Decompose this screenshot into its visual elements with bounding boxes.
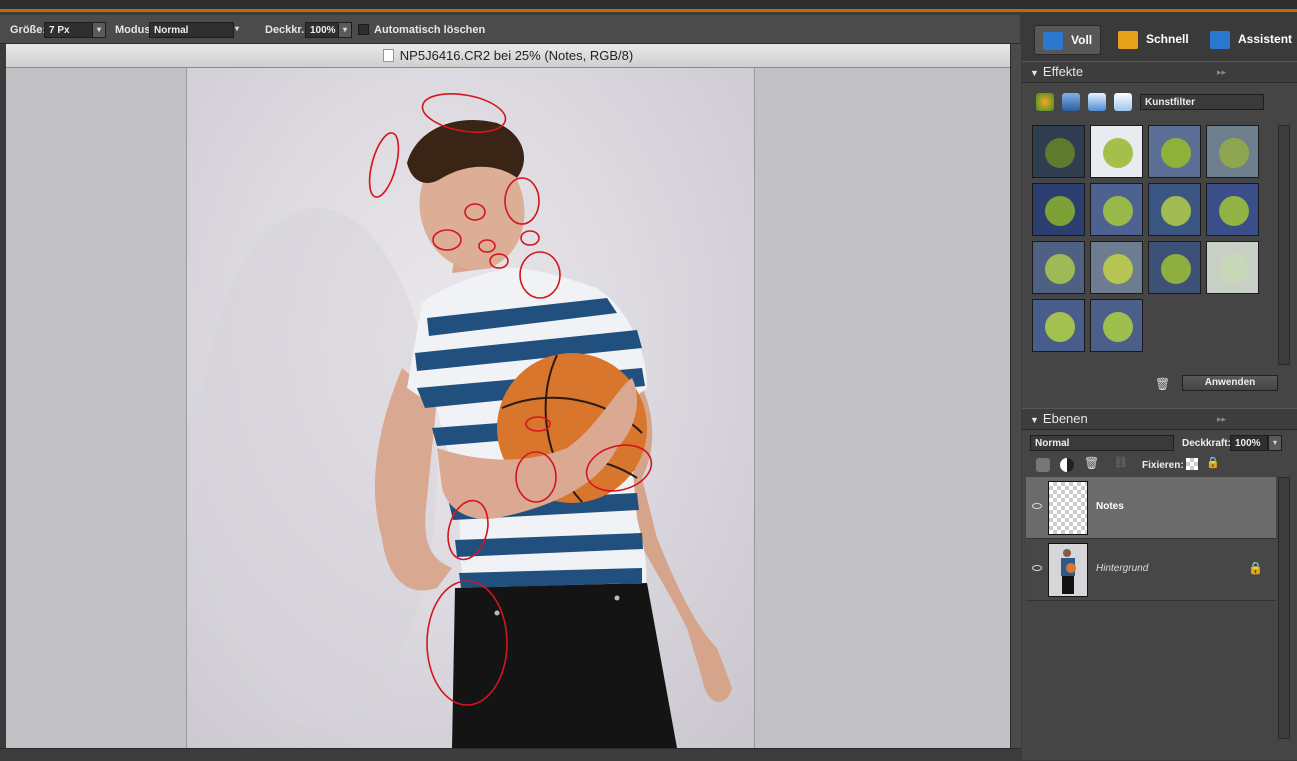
- effect-thumb-9[interactable]: [1032, 241, 1085, 294]
- mode-bar: Voll Schnell Assistent: [1022, 15, 1297, 62]
- layer-opacity-arrow[interactable]: ▾: [1268, 435, 1282, 451]
- fx-icon[interactable]: [1114, 93, 1132, 111]
- tab-schnell[interactable]: Schnell: [1118, 25, 1189, 53]
- layer-opacity-label: Deckkraft:: [1182, 438, 1231, 449]
- trash-icon[interactable]: 🗑: [1155, 377, 1170, 391]
- document-tab[interactable]: NP5J6416.CR2 bei 25% (Notes, RGB/8): [6, 44, 1010, 68]
- pencil-edit-icon: [1043, 31, 1063, 50]
- photo-effects-icon[interactable]: [1088, 93, 1106, 111]
- layer-row-background[interactable]: Hintergrund 🔒: [1026, 539, 1276, 601]
- mode-dropdown[interactable]: Normal: [149, 22, 234, 38]
- opacity-label: Deckkr.:: [265, 24, 308, 36]
- effect-thumb-2[interactable]: [1090, 125, 1143, 178]
- lock-transparency-icon[interactable]: [1186, 458, 1198, 470]
- effect-thumb-6[interactable]: [1090, 183, 1143, 236]
- effect-thumb-10[interactable]: [1090, 241, 1143, 294]
- eye-icon[interactable]: [1032, 565, 1042, 571]
- delete-layer-icon[interactable]: 🗑: [1084, 456, 1099, 470]
- canvas-horizontal-scrollbar[interactable]: [0, 748, 1020, 761]
- lock-icon[interactable]: 🔒: [1206, 456, 1220, 469]
- effects-scrollbar[interactable]: [1278, 125, 1290, 365]
- new-layer-icon[interactable]: [1036, 458, 1050, 472]
- effect-thumb-4[interactable]: [1206, 125, 1259, 178]
- effects-panel-title: Effekte: [1042, 64, 1084, 79]
- layer-name: Notes: [1096, 501, 1124, 512]
- layer-thumbnail-image: [1061, 549, 1076, 594]
- opacity-slider-arrow[interactable]: ▾: [338, 22, 352, 38]
- effect-thumb-12[interactable]: [1206, 241, 1259, 294]
- eye-icon[interactable]: [1032, 503, 1042, 509]
- tool-options-bar: Größe: 7 Px ▾ Modus: Normal ▾ Deckkr.: 1…: [0, 15, 1020, 44]
- effect-thumb-14[interactable]: [1090, 299, 1143, 352]
- window-top-bar: [0, 0, 1297, 12]
- effect-thumb-13[interactable]: [1032, 299, 1085, 352]
- layer-thumbnail-background: [1048, 543, 1088, 597]
- lock-label: Fixieren:: [1142, 460, 1184, 471]
- tab-assistent[interactable]: Assistent: [1210, 25, 1292, 53]
- link-icon[interactable]: ⛓: [1114, 456, 1128, 469]
- mode-dropdown-arrow[interactable]: ▾: [230, 22, 244, 38]
- photo-illustration: [197, 93, 732, 748]
- layer-styles-icon[interactable]: [1062, 93, 1080, 111]
- collapse-triangle-icon[interactable]: ▼: [1030, 68, 1039, 78]
- pencil-quick-icon: [1118, 30, 1138, 49]
- effect-thumb-11[interactable]: [1148, 241, 1201, 294]
- size-field[interactable]: 7 Px: [44, 22, 94, 38]
- blend-mode-dropdown[interactable]: Normal: [1030, 435, 1174, 451]
- canvas-vertical-scrollbar[interactable]: [1010, 44, 1021, 748]
- size-label: Größe:: [10, 24, 47, 36]
- effect-thumb-5[interactable]: [1032, 183, 1085, 236]
- effect-thumb-7[interactable]: [1148, 183, 1201, 236]
- apply-button[interactable]: Anwenden: [1182, 375, 1278, 391]
- auto-erase-label: Automatisch löschen: [374, 24, 486, 36]
- layer-row-notes[interactable]: Notes: [1026, 477, 1276, 539]
- panel-grip-icon[interactable]: ▸▸: [1217, 409, 1226, 429]
- layer-thumbnail-notes: [1048, 481, 1088, 535]
- tab-voll-label: Voll: [1071, 33, 1093, 47]
- tab-voll[interactable]: Voll: [1034, 25, 1102, 55]
- filters-icon[interactable]: [1036, 93, 1054, 111]
- opacity-field[interactable]: 100%: [305, 22, 339, 38]
- layers-scrollbar[interactable]: [1278, 477, 1290, 739]
- effect-thumb-3[interactable]: [1148, 125, 1201, 178]
- panel-grip-icon[interactable]: ▸▸: [1217, 62, 1226, 82]
- canvas-area[interactable]: [6, 68, 1010, 748]
- collapse-triangle-icon[interactable]: ▼: [1030, 415, 1039, 425]
- layers-panel-header[interactable]: ▼ Ebenen ▸▸: [1022, 408, 1297, 430]
- right-panel: Voll Schnell Assistent ▼ Effekte ▸▸ Kunst…: [1022, 15, 1297, 760]
- effect-thumb-8[interactable]: [1206, 183, 1259, 236]
- pencil-guided-icon: [1210, 30, 1230, 49]
- layer-name: Hintergrund: [1096, 563, 1149, 574]
- adjustment-layer-icon[interactable]: [1060, 458, 1074, 472]
- auto-erase-checkbox[interactable]: [358, 24, 369, 35]
- lock-icon: 🔒: [1248, 561, 1263, 575]
- effect-thumb-1[interactable]: [1032, 125, 1085, 178]
- file-icon: [382, 49, 394, 62]
- photo-image[interactable]: [186, 68, 755, 748]
- tab-schnell-label: Schnell: [1146, 32, 1189, 46]
- document-title: NP5J6416.CR2 bei 25% (Notes, RGB/8): [399, 48, 634, 63]
- tab-assistent-label: Assistent: [1238, 32, 1293, 46]
- effects-panel-header[interactable]: ▼ Effekte ▸▸: [1022, 61, 1297, 83]
- filter-category-dropdown[interactable]: Kunstfilter: [1140, 94, 1264, 110]
- effects-thumbnail-grid: [1032, 125, 1268, 363]
- layers-panel-title: Ebenen: [1042, 411, 1088, 426]
- size-slider-arrow[interactable]: ▾: [92, 22, 106, 38]
- layer-opacity-field[interactable]: 100%: [1230, 435, 1268, 451]
